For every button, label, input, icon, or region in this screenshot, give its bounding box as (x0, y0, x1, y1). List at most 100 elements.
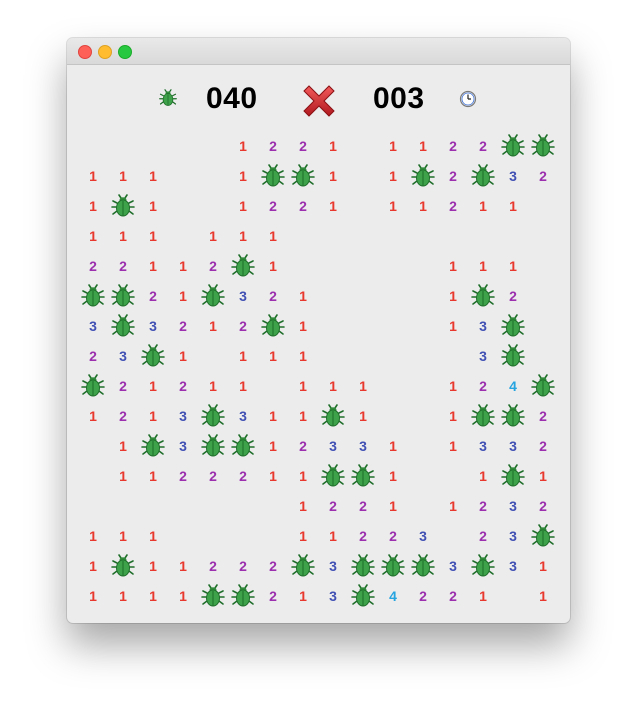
empty-cell[interactable] (198, 521, 228, 551)
empty-cell[interactable] (138, 491, 168, 521)
number-cell[interactable]: 2 (228, 311, 258, 341)
number-cell[interactable]: 3 (168, 431, 198, 461)
number-cell[interactable]: 1 (288, 581, 318, 611)
empty-cell[interactable] (408, 431, 438, 461)
number-cell[interactable]: 1 (438, 311, 468, 341)
empty-cell[interactable] (408, 401, 438, 431)
empty-cell[interactable] (408, 341, 438, 371)
empty-cell[interactable] (408, 221, 438, 251)
empty-cell[interactable] (78, 461, 108, 491)
number-cell[interactable]: 1 (498, 251, 528, 281)
empty-cell[interactable] (168, 491, 198, 521)
number-cell[interactable]: 2 (438, 161, 468, 191)
bug-mine-icon[interactable] (348, 461, 378, 491)
number-cell[interactable]: 1 (228, 161, 258, 191)
number-cell[interactable]: 2 (168, 311, 198, 341)
number-cell[interactable]: 1 (528, 461, 558, 491)
number-cell[interactable]: 1 (258, 251, 288, 281)
empty-cell[interactable] (348, 191, 378, 221)
empty-cell[interactable] (378, 311, 408, 341)
number-cell[interactable]: 1 (258, 221, 288, 251)
number-cell[interactable]: 1 (378, 431, 408, 461)
number-cell[interactable]: 1 (168, 341, 198, 371)
number-cell[interactable]: 1 (438, 251, 468, 281)
number-cell[interactable]: 1 (138, 371, 168, 401)
empty-cell[interactable] (138, 131, 168, 161)
empty-cell[interactable] (258, 521, 288, 551)
number-cell[interactable]: 1 (288, 311, 318, 341)
number-cell[interactable]: 1 (138, 401, 168, 431)
empty-cell[interactable] (378, 221, 408, 251)
bug-mine-icon[interactable] (138, 431, 168, 461)
empty-cell[interactable] (468, 221, 498, 251)
number-cell[interactable]: 2 (108, 371, 138, 401)
number-cell[interactable]: 1 (138, 251, 168, 281)
number-cell[interactable]: 3 (468, 311, 498, 341)
number-cell[interactable]: 3 (498, 521, 528, 551)
number-cell[interactable]: 1 (138, 461, 168, 491)
number-cell[interactable]: 1 (108, 221, 138, 251)
empty-cell[interactable] (318, 251, 348, 281)
bug-mine-icon[interactable] (498, 341, 528, 371)
number-cell[interactable]: 1 (378, 191, 408, 221)
bug-mine-icon[interactable] (288, 161, 318, 191)
number-cell[interactable]: 2 (258, 281, 288, 311)
bug-mine-icon[interactable] (198, 401, 228, 431)
bug-mine-icon[interactable] (498, 311, 528, 341)
number-cell[interactable]: 2 (468, 131, 498, 161)
number-cell[interactable]: 1 (408, 191, 438, 221)
number-cell[interactable]: 2 (528, 431, 558, 461)
number-cell[interactable]: 1 (198, 371, 228, 401)
bug-mine-icon[interactable] (258, 311, 288, 341)
empty-cell[interactable] (498, 581, 528, 611)
number-cell[interactable]: 1 (78, 401, 108, 431)
number-cell[interactable]: 1 (438, 431, 468, 461)
empty-cell[interactable] (528, 281, 558, 311)
number-cell[interactable]: 3 (438, 551, 468, 581)
number-cell[interactable]: 1 (168, 281, 198, 311)
bug-mine-icon[interactable] (78, 281, 108, 311)
number-cell[interactable]: 1 (228, 341, 258, 371)
empty-cell[interactable] (108, 491, 138, 521)
number-cell[interactable]: 1 (468, 191, 498, 221)
empty-cell[interactable] (438, 521, 468, 551)
number-cell[interactable]: 2 (258, 191, 288, 221)
minefield-grid[interactable]: 12211122 1111 11 2 321 11221112111111112… (78, 131, 558, 611)
number-cell[interactable]: 3 (108, 341, 138, 371)
number-cell[interactable]: 3 (168, 401, 198, 431)
number-cell[interactable]: 3 (498, 551, 528, 581)
number-cell[interactable]: 2 (228, 551, 258, 581)
red-x-icon[interactable] (299, 81, 339, 121)
empty-cell[interactable] (318, 311, 348, 341)
empty-cell[interactable] (378, 341, 408, 371)
empty-cell[interactable] (168, 131, 198, 161)
number-cell[interactable]: 1 (108, 431, 138, 461)
bug-mine-icon[interactable] (318, 401, 348, 431)
number-cell[interactable]: 1 (138, 191, 168, 221)
empty-cell[interactable] (348, 341, 378, 371)
number-cell[interactable]: 2 (468, 491, 498, 521)
bug-mine-icon[interactable] (198, 581, 228, 611)
number-cell[interactable]: 1 (288, 491, 318, 521)
bug-mine-icon[interactable] (348, 581, 378, 611)
number-cell[interactable]: 1 (318, 521, 348, 551)
number-cell[interactable]: 2 (78, 251, 108, 281)
bug-mine-icon[interactable] (528, 521, 558, 551)
number-cell[interactable]: 1 (108, 161, 138, 191)
empty-cell[interactable] (408, 311, 438, 341)
number-cell[interactable]: 3 (138, 311, 168, 341)
number-cell[interactable]: 3 (498, 431, 528, 461)
number-cell[interactable]: 1 (528, 581, 558, 611)
number-cell[interactable]: 2 (438, 191, 468, 221)
number-cell[interactable]: 1 (258, 401, 288, 431)
bug-mine-icon[interactable] (288, 551, 318, 581)
empty-cell[interactable] (198, 161, 228, 191)
number-cell[interactable]: 1 (318, 191, 348, 221)
number-cell[interactable]: 1 (468, 581, 498, 611)
empty-cell[interactable] (438, 221, 468, 251)
number-cell[interactable]: 1 (318, 131, 348, 161)
empty-cell[interactable] (228, 521, 258, 551)
empty-cell[interactable] (408, 371, 438, 401)
number-cell[interactable]: 1 (168, 581, 198, 611)
number-cell[interactable]: 1 (228, 221, 258, 251)
